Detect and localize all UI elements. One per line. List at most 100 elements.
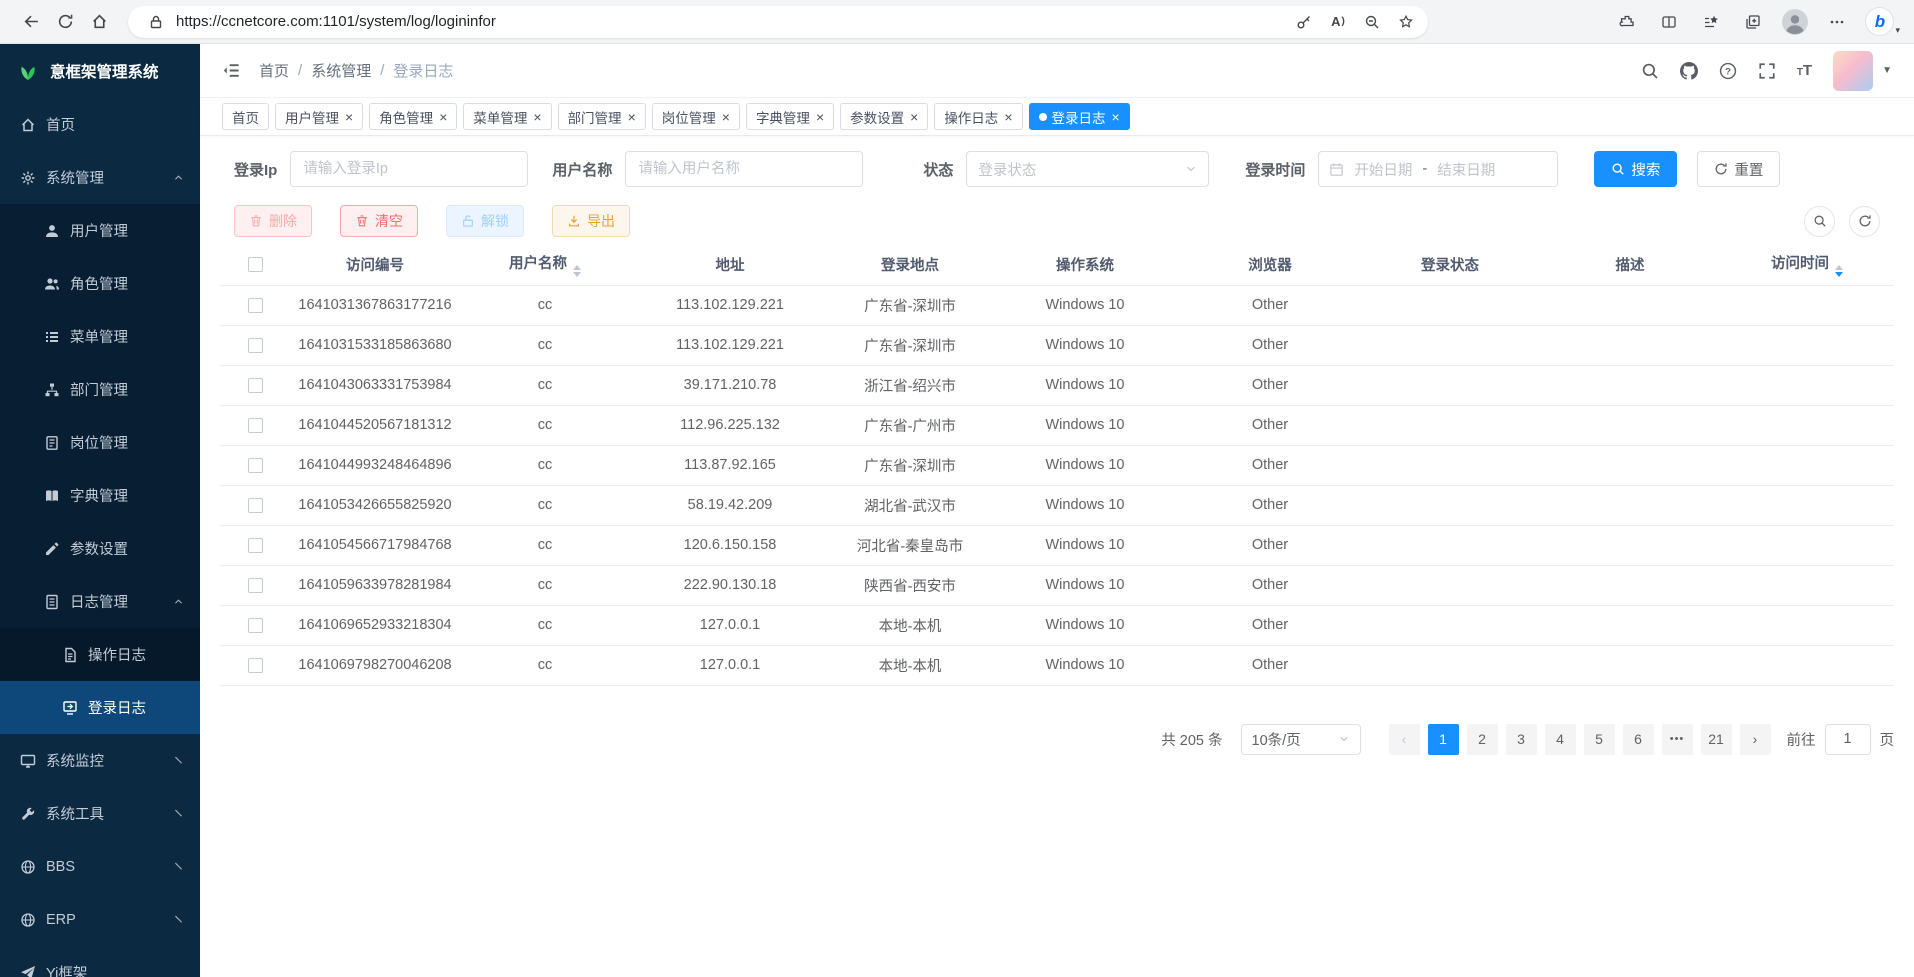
sidebar-item-role-mgmt[interactable]: 角色管理: [0, 257, 200, 310]
sidebar-item-user-mgmt[interactable]: 用户管理: [0, 204, 200, 257]
sidebar-item-dept-mgmt[interactable]: 部门管理: [0, 363, 200, 416]
tab-role-mgmt[interactable]: 角色管理×: [369, 103, 457, 130]
page-button-2[interactable]: 2: [1467, 724, 1498, 755]
bing-copilot-button[interactable]: b ▾: [1866, 8, 1900, 35]
add-favorite-star-icon[interactable]: [1392, 8, 1420, 36]
sidebar-item-yi-framework[interactable]: Yi框架: [0, 946, 200, 977]
tab-login-log[interactable]: 登录日志×: [1029, 103, 1130, 130]
search-icon[interactable]: [1641, 62, 1659, 80]
fullscreen-icon[interactable]: [1758, 62, 1776, 80]
user-avatar[interactable]: [1833, 51, 1873, 91]
close-icon[interactable]: ×: [439, 110, 447, 124]
sort-icon[interactable]: [573, 265, 581, 277]
sort-icon[interactable]: [1835, 265, 1843, 277]
username-input[interactable]: [625, 151, 863, 187]
tab-post-mgmt[interactable]: 岗位管理×: [652, 103, 740, 130]
unlock-button[interactable]: 解锁: [446, 205, 524, 237]
sidebar-item-system-mgmt[interactable]: 系统管理: [0, 151, 200, 204]
login-ip-input[interactable]: [290, 151, 528, 187]
extensions-puzzle-icon[interactable]: [1614, 9, 1640, 35]
sidebar-item-system-monitor[interactable]: 系统监控: [0, 734, 200, 787]
browser-home-button[interactable]: [82, 5, 116, 39]
sidebar-item-operation-log[interactable]: 操作日志: [0, 628, 200, 681]
sidebar-item-log-mgmt[interactable]: 日志管理: [0, 575, 200, 628]
close-icon[interactable]: ×: [533, 110, 541, 124]
delete-button[interactable]: 删除: [234, 205, 312, 237]
page-size-select[interactable]: 10条/页: [1241, 724, 1361, 755]
password-key-icon[interactable]: [1290, 8, 1318, 36]
close-icon[interactable]: ×: [910, 110, 918, 124]
font-size-icon[interactable]: TT: [1797, 62, 1812, 79]
zoom-out-icon[interactable]: [1358, 8, 1386, 36]
row-checkbox[interactable]: [248, 538, 263, 553]
page-button-6[interactable]: 6: [1623, 724, 1654, 755]
row-checkbox[interactable]: [248, 658, 263, 673]
chevron-down-icon[interactable]: ▼: [1882, 65, 1892, 76]
page-button-1[interactable]: 1: [1428, 724, 1459, 755]
split-screen-icon[interactable]: [1656, 9, 1682, 35]
browser-address-bar[interactable]: https://ccnetcore.com:1101/system/log/lo…: [128, 6, 1428, 38]
column-header-user[interactable]: 用户名称: [460, 245, 630, 285]
breadcrumb-item-system[interactable]: 系统管理: [311, 60, 371, 81]
browser-settings-ellipsis-icon[interactable]: [1824, 9, 1850, 35]
row-checkbox[interactable]: [248, 458, 263, 473]
tab-operation-log[interactable]: 操作日志×: [934, 103, 1022, 130]
row-checkbox[interactable]: [248, 378, 263, 393]
row-checkbox[interactable]: [248, 418, 263, 433]
next-page-button[interactable]: ›: [1740, 724, 1771, 755]
close-icon[interactable]: ×: [1112, 110, 1120, 124]
tab-home[interactable]: 首页: [222, 103, 269, 130]
help-icon[interactable]: ?: [1719, 62, 1737, 80]
browser-profile-avatar[interactable]: [1782, 9, 1808, 35]
select-all-checkbox[interactable]: [248, 257, 263, 272]
more-pages-button[interactable]: •••: [1662, 724, 1693, 755]
sidebar-item-login-log[interactable]: 登录日志: [0, 681, 200, 734]
refresh-table-button[interactable]: [1849, 206, 1880, 237]
date-range-picker[interactable]: 开始日期 - 结束日期: [1318, 151, 1558, 187]
column-header-time[interactable]: 访问时间: [1720, 245, 1894, 285]
row-checkbox[interactable]: [248, 338, 263, 353]
row-checkbox[interactable]: [248, 618, 263, 633]
browser-refresh-button[interactable]: [48, 5, 82, 39]
row-checkbox[interactable]: [248, 298, 263, 313]
status-select[interactable]: 登录状态: [966, 151, 1209, 187]
close-icon[interactable]: ×: [722, 110, 730, 124]
page-button-5[interactable]: 5: [1584, 724, 1615, 755]
row-checkbox[interactable]: [248, 498, 263, 513]
browser-back-button[interactable]: [14, 5, 48, 39]
read-aloud-icon[interactable]: A): [1324, 8, 1352, 36]
sidebar-item-menu-mgmt[interactable]: 菜单管理: [0, 310, 200, 363]
sidebar-item-dict-mgmt[interactable]: 字典管理: [0, 469, 200, 522]
close-icon[interactable]: ×: [628, 110, 636, 124]
export-button[interactable]: 导出: [552, 205, 630, 237]
page-button-21[interactable]: 21: [1701, 724, 1732, 755]
reset-button[interactable]: 重置: [1697, 151, 1780, 187]
goto-page-input[interactable]: [1825, 724, 1871, 755]
favorites-bar-icon[interactable]: [1698, 9, 1724, 35]
sidebar-item-param-settings[interactable]: 参数设置: [0, 522, 200, 575]
github-icon[interactable]: [1680, 62, 1698, 80]
tab-dept-mgmt[interactable]: 部门管理×: [558, 103, 646, 130]
breadcrumb-item-home[interactable]: 首页: [259, 60, 289, 81]
close-icon[interactable]: ×: [1004, 110, 1012, 124]
row-checkbox[interactable]: [248, 578, 263, 593]
close-icon[interactable]: ×: [345, 110, 353, 124]
sidebar-item-erp[interactable]: ERP: [0, 893, 200, 946]
prev-page-button[interactable]: ‹: [1389, 724, 1420, 755]
page-button-3[interactable]: 3: [1506, 724, 1537, 755]
tab-param-settings[interactable]: 参数设置×: [840, 103, 928, 130]
page-button-4[interactable]: 4: [1545, 724, 1576, 755]
site-info-lock-icon[interactable]: [142, 8, 170, 36]
sidebar-item-bbs[interactable]: BBS: [0, 840, 200, 893]
tab-user-mgmt[interactable]: 用户管理×: [275, 103, 363, 130]
tab-menu-mgmt[interactable]: 菜单管理×: [463, 103, 551, 130]
sidebar-item-system-tools[interactable]: 系统工具: [0, 787, 200, 840]
close-icon[interactable]: ×: [816, 110, 824, 124]
collections-icon[interactable]: [1740, 9, 1766, 35]
sidebar-collapse-icon[interactable]: [222, 61, 241, 80]
app-logo[interactable]: 意框架管理系统: [0, 44, 200, 98]
search-button[interactable]: 搜索: [1594, 151, 1677, 187]
tab-dict-mgmt[interactable]: 字典管理×: [746, 103, 834, 130]
sidebar-item-home[interactable]: 首页: [0, 98, 200, 151]
show-search-toggle-button[interactable]: [1804, 206, 1835, 237]
